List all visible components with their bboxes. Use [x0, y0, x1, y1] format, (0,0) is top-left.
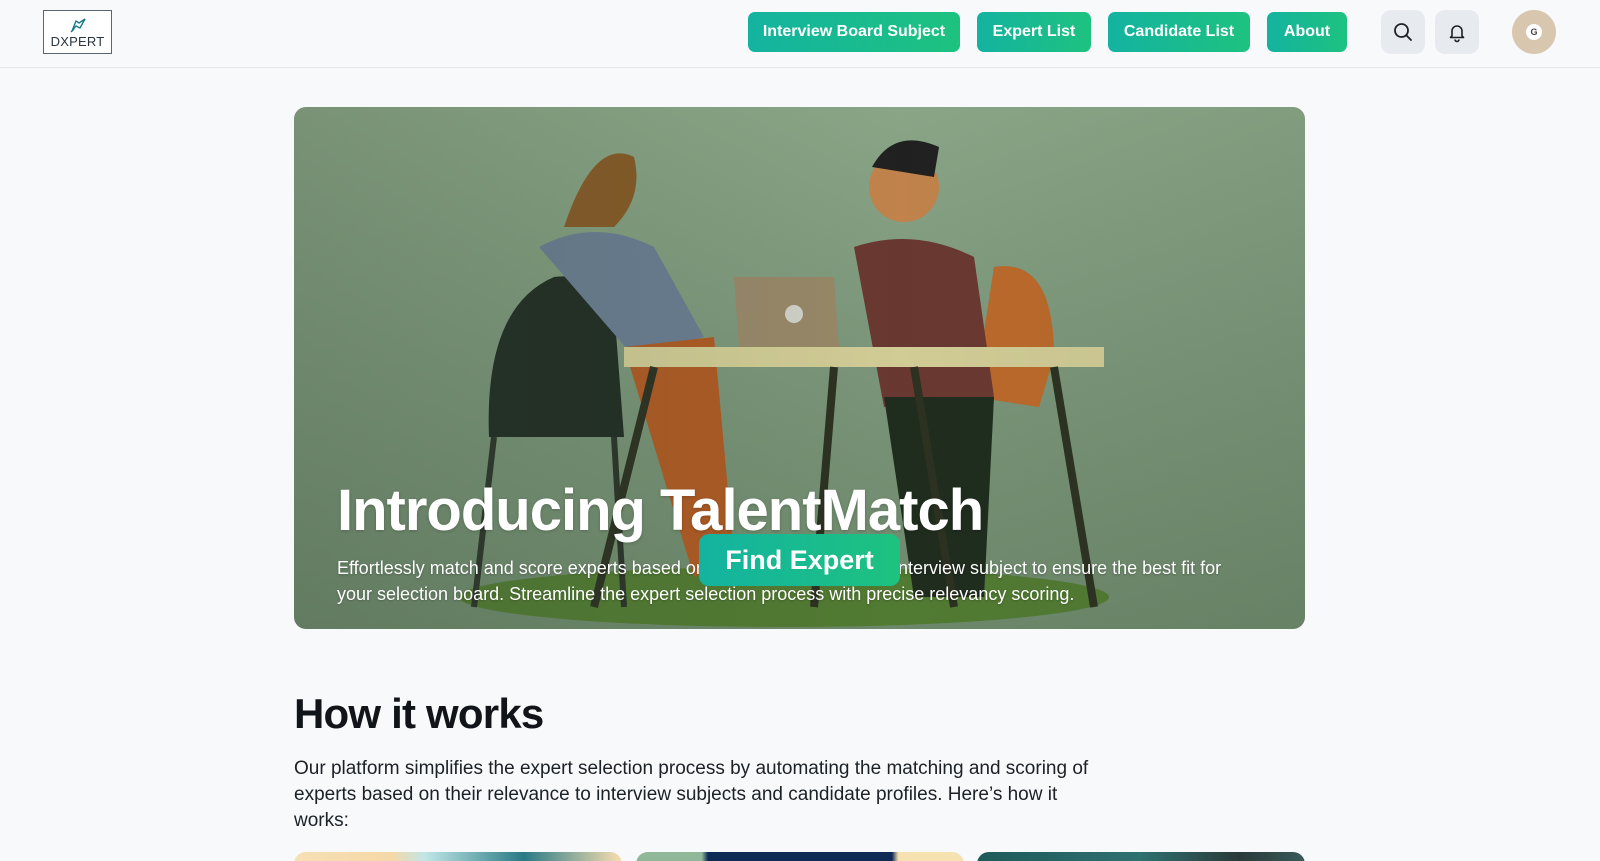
search-icon	[1394, 23, 1412, 41]
search-button[interactable]	[1381, 10, 1425, 54]
how-it-works-title: How it works	[294, 690, 544, 737]
logo-text: DXPERT	[50, 34, 105, 49]
step-card-2[interactable]	[636, 852, 964, 861]
notifications-button[interactable]	[1435, 10, 1479, 54]
find-expert-button[interactable]: Find Expert	[699, 534, 900, 586]
top-navbar: DXPERT Interview Board Subject Expert Li…	[0, 0, 1600, 68]
nav-about[interactable]: About	[1267, 12, 1347, 52]
avatar-initial: G	[1526, 24, 1542, 40]
how-it-works-description: Our platform simplifies the expert selec…	[294, 758, 1089, 831]
nav-candidate-list[interactable]: Candidate List	[1108, 12, 1250, 52]
nav-expert-list[interactable]: Expert List	[977, 12, 1091, 52]
hero-banner: Introducing TalentMatch Effortlessly mat…	[294, 107, 1305, 629]
step-card-1[interactable]	[294, 852, 622, 861]
dxpert-logo[interactable]: DXPERT	[43, 10, 112, 54]
bell-icon	[1449, 25, 1465, 43]
nav-interview-board-subject[interactable]: Interview Board Subject	[748, 12, 960, 52]
user-avatar[interactable]: G	[1512, 10, 1556, 54]
rocket-icon	[70, 18, 86, 33]
step-card-3[interactable]	[977, 852, 1305, 861]
